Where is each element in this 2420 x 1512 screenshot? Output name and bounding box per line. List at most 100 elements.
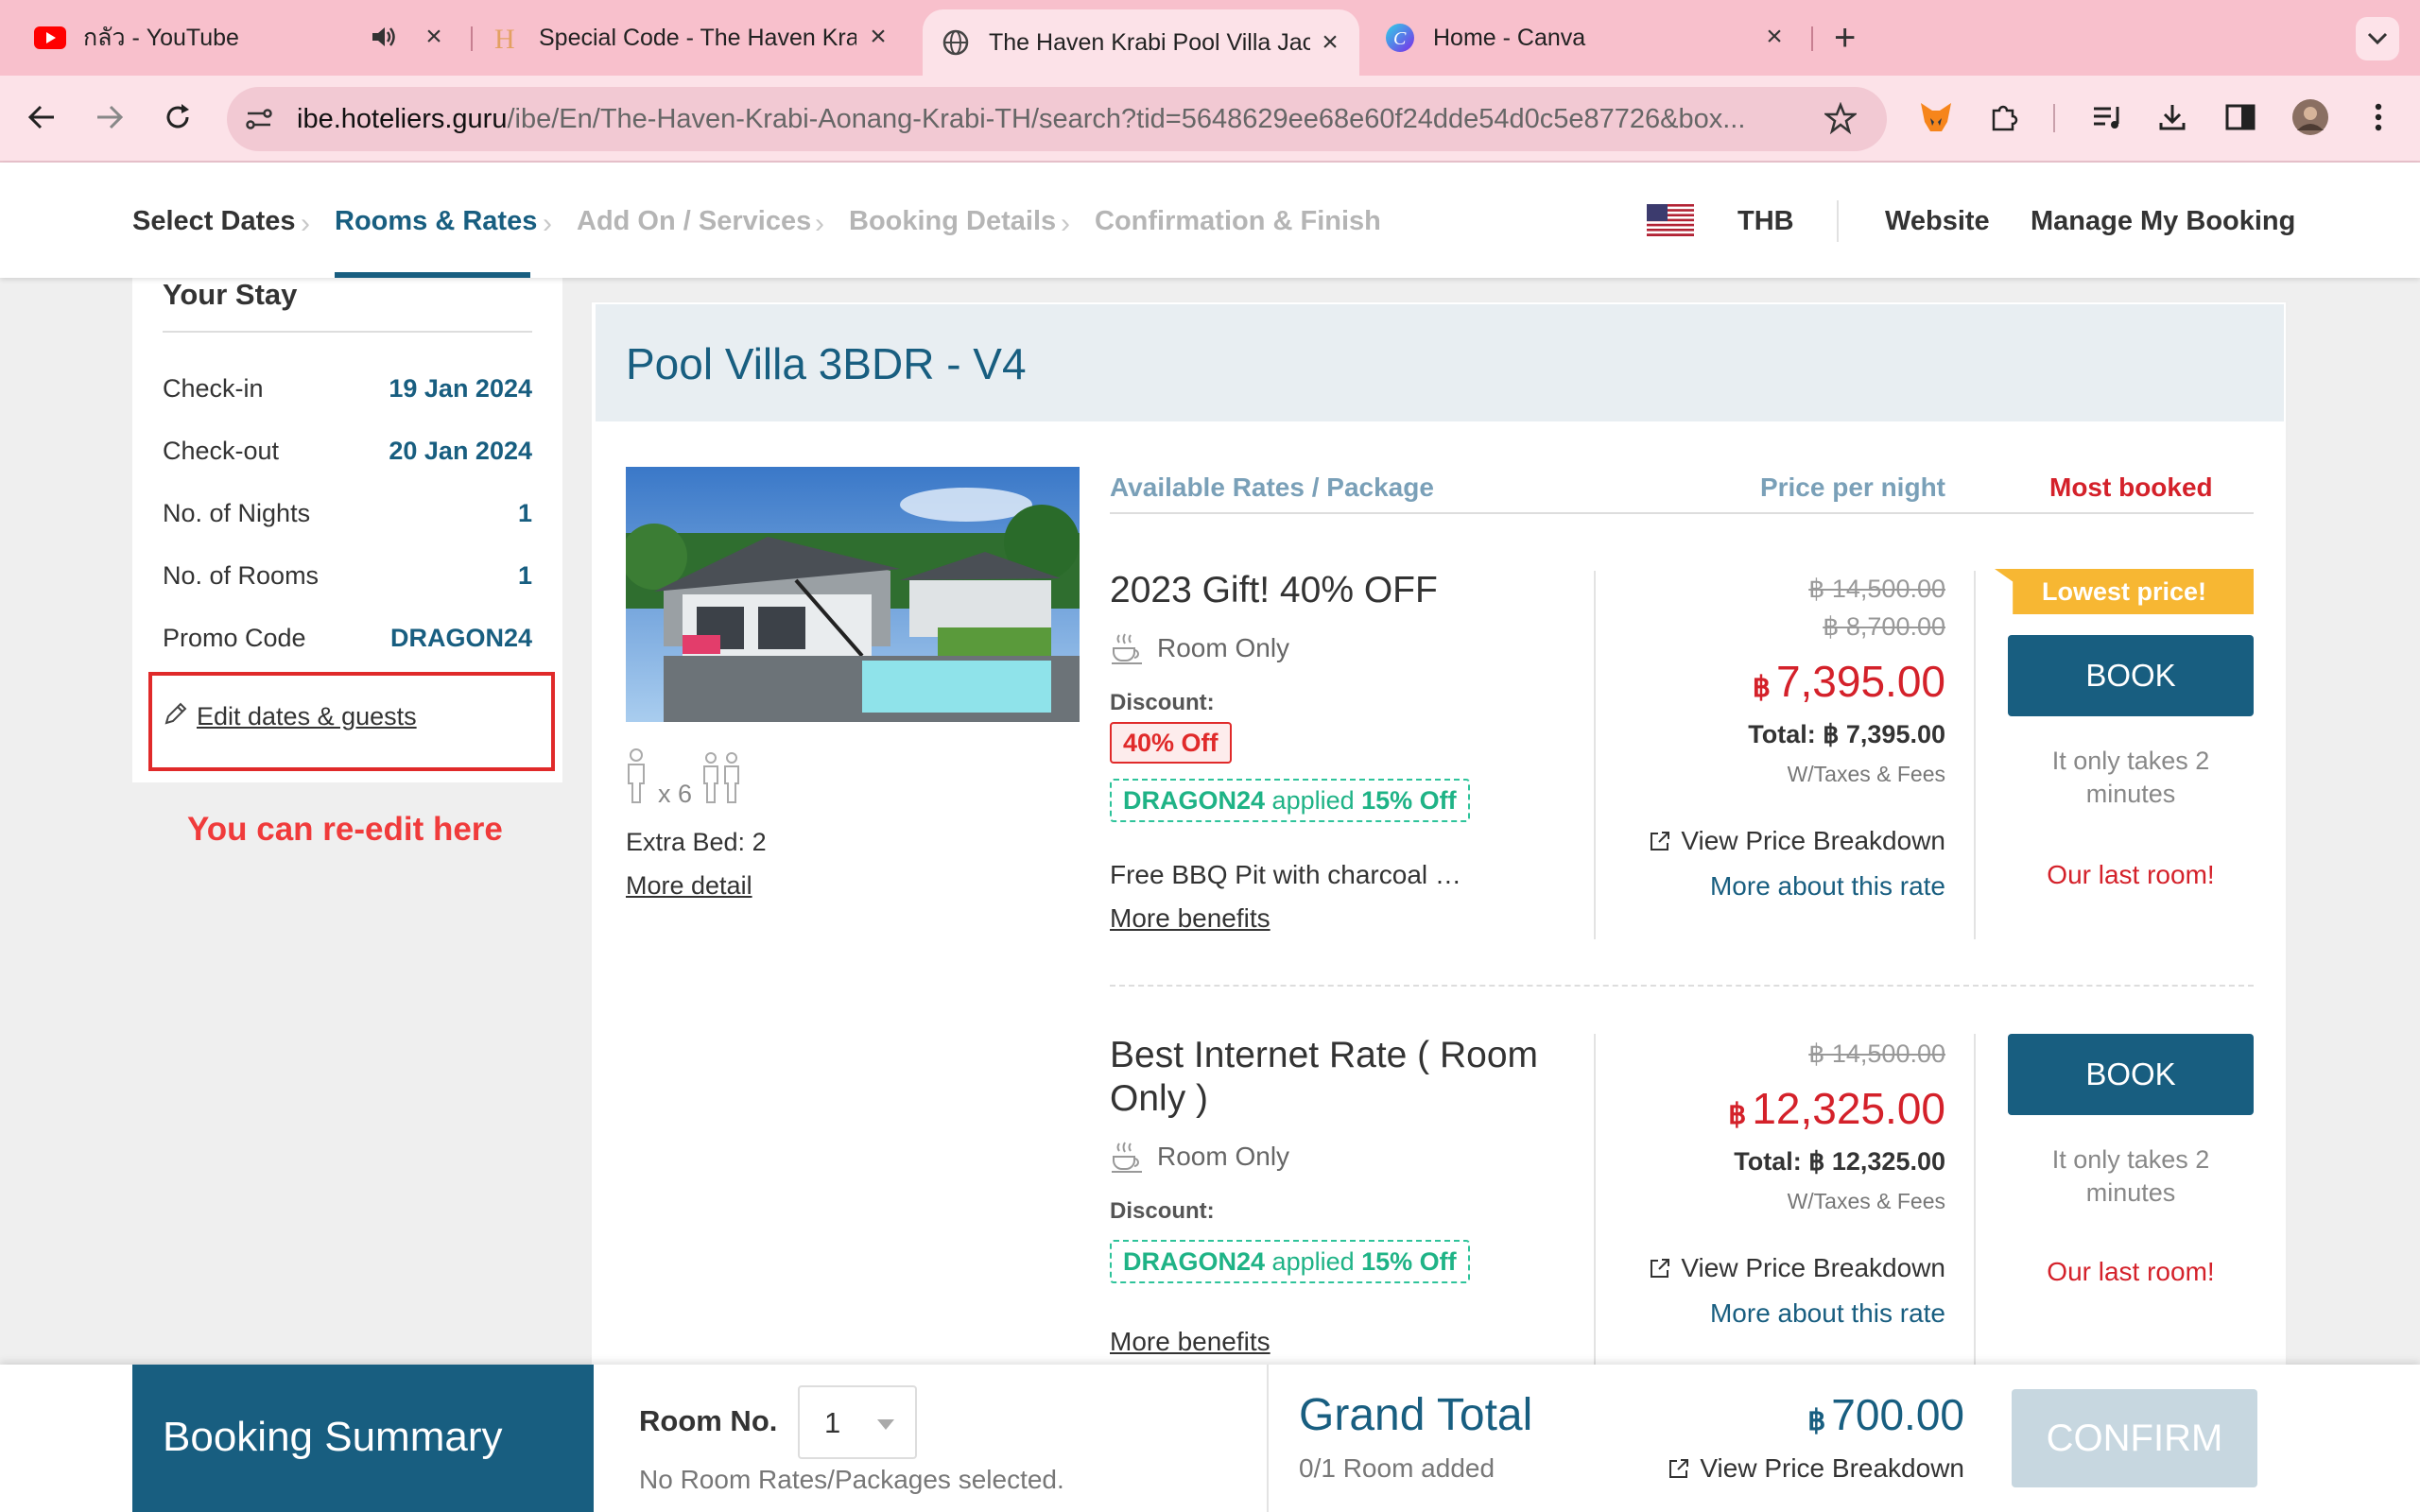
tab-title: กลัว - YouTube	[83, 25, 239, 51]
back-arrow-icon[interactable]	[17, 93, 66, 142]
promo-applied-text: applied	[1271, 786, 1355, 815]
room-photo[interactable]	[626, 467, 1080, 722]
benefit-text: Free BBQ Pit with charcoal …	[1110, 860, 1461, 889]
tab-title: The Haven Krabi Pool Villa Jacuzzi	[989, 28, 1310, 56]
globe-icon	[940, 26, 972, 59]
stay-value: 20 Jan 2024	[389, 437, 532, 465]
tab-haven-pool-villa[interactable]: The Haven Krabi Pool Villa Jacuzzi ×	[923, 9, 1359, 76]
tab-special-code[interactable]: H Special Code - The Haven Krabi ×	[490, 13, 894, 62]
booking-header: Select Dates › Rooms & Rates › Add On / …	[0, 163, 2420, 278]
close-tab-icon[interactable]: ×	[418, 21, 450, 53]
coffee-cup-icon	[1112, 633, 1142, 664]
column-divider	[1974, 1034, 1976, 1365]
stay-label: Check-in	[163, 374, 264, 403]
confirm-button[interactable]: CONFIRM	[2012, 1389, 2257, 1487]
extensions-puzzle-icon[interactable]	[1979, 93, 2029, 142]
reload-icon[interactable]	[153, 93, 202, 142]
site-info-icon[interactable]	[244, 104, 274, 139]
download-icon[interactable]	[2148, 93, 2197, 142]
currency-selector[interactable]: THB	[1737, 206, 1794, 237]
column-divider	[1594, 1034, 1596, 1365]
view-price-breakdown-link[interactable]: View Price Breakdown	[1649, 826, 1945, 856]
tab-title: Home - Canva	[1433, 24, 1586, 51]
us-flag-icon[interactable]	[1647, 204, 1694, 241]
room-title: Pool Villa 3BDR - V4	[626, 339, 1027, 388]
more-about-rate-link[interactable]: More about this rate	[1710, 1298, 1945, 1329]
website-link[interactable]: Website	[1885, 206, 1990, 237]
view-price-breakdown-link[interactable]: View Price Breakdown	[1649, 1253, 1945, 1283]
rate-name: 2023 Gift! 40% OFF	[1110, 570, 1438, 610]
step-select-dates[interactable]: Select Dates	[132, 206, 296, 237]
close-tab-icon[interactable]: ×	[1758, 21, 1790, 53]
browser-tab-bar: กลัว - YouTube × H Special Code - The Ha…	[0, 0, 2420, 76]
active-step-underline	[335, 272, 530, 278]
rate-divider	[1110, 985, 2254, 987]
svg-text:C: C	[1393, 28, 1407, 49]
tab-title: Special Code - The Haven Krabi	[539, 24, 856, 51]
close-tab-icon[interactable]: ×	[862, 21, 894, 53]
stay-row-promo: Promo Code DRAGON24	[163, 624, 532, 662]
adult-person-icon	[624, 747, 648, 809]
tab-search-chevron-icon[interactable]	[2356, 17, 2399, 60]
booking-summary-bar: Booking Summary Room No. 1 No Room Rates…	[0, 1365, 2420, 1512]
new-tab-plus-icon[interactable]: +	[1834, 19, 1856, 57]
book-button[interactable]: BOOK	[2008, 1034, 2254, 1115]
promo-code: DRAGON24	[1123, 786, 1266, 815]
address-bar[interactable]: ibe.hoteliers.guru/ibe/En/The-Haven-Krab…	[227, 87, 1887, 151]
speaker-icon[interactable]	[369, 23, 397, 58]
step-booking-details: Booking Details	[849, 206, 1057, 236]
price-amount: 7,395.00	[1775, 657, 1945, 706]
youtube-icon	[34, 22, 66, 54]
taxes-note: W/Taxes & Fees	[1787, 1189, 1945, 1213]
taxes-note: W/Taxes & Fees	[1787, 762, 1945, 786]
caret-down-icon	[877, 1419, 894, 1430]
more-about-rate-link[interactable]: More about this rate	[1710, 871, 1945, 902]
last-room-note: Our last room!	[2047, 860, 2215, 889]
stay-label: No. of Rooms	[163, 561, 320, 590]
more-benefits-link[interactable]: More benefits	[1110, 1327, 1270, 1357]
profile-avatar[interactable]	[2286, 93, 2335, 142]
manage-booking-link[interactable]: Manage My Booking	[2031, 206, 2295, 237]
step-rooms-rates[interactable]: Rooms & Rates	[335, 206, 537, 237]
discount-label: Discount:	[1110, 1198, 1215, 1224]
view-price-breakdown-link[interactable]: View Price Breakdown	[1668, 1453, 1964, 1484]
forward-arrow-icon[interactable]	[85, 93, 134, 142]
promo-applied-badge: DRAGON24 applied 15% Off	[1110, 1240, 1470, 1283]
close-tab-icon[interactable]: ×	[1314, 26, 1346, 59]
more-detail-link[interactable]: More detail	[626, 871, 752, 901]
meal-label: Room Only	[1157, 1142, 1290, 1171]
meal-plan: Room Only	[1110, 631, 1289, 665]
room-no-select[interactable]: 1	[798, 1385, 917, 1459]
guest-multiplier: x 6	[658, 780, 693, 808]
edit-dates-guests-link[interactable]: Edit dates & guests	[163, 700, 417, 733]
promo-percent: 15% Off	[1361, 1247, 1457, 1276]
header-divider	[1837, 200, 1839, 242]
book-button[interactable]: BOOK	[2008, 635, 2254, 716]
bookmark-star-icon[interactable]	[1823, 101, 1858, 139]
side-panel-icon[interactable]	[2216, 93, 2265, 142]
step-add-on-services: Add On / Services	[577, 206, 812, 236]
promo-code: DRAGON24	[1123, 1247, 1266, 1276]
stay-row-rooms: No. of Rooms 1	[163, 561, 532, 599]
external-link-icon	[1651, 1259, 1670, 1278]
room-no-label: Room No.	[639, 1404, 778, 1437]
media-control-icon[interactable]	[2083, 93, 2133, 142]
tab-separator	[1811, 26, 1813, 51]
divider	[163, 331, 532, 333]
grand-total-price: ฿ 700.00	[1807, 1389, 1964, 1440]
meal-label: Room Only	[1157, 633, 1290, 662]
chevron-right-icon: ›	[301, 208, 310, 239]
pencil-icon	[163, 700, 189, 733]
promo-percent: 15% Off	[1361, 786, 1457, 815]
metamask-fox-icon[interactable]	[1911, 93, 1961, 142]
browser-menu-kebab-icon[interactable]	[2354, 93, 2403, 142]
tab-youtube[interactable]: กลัว - YouTube ×	[34, 13, 450, 62]
external-link-icon	[1651, 832, 1670, 850]
promo-applied-badge: DRAGON24 applied 15% Off	[1110, 779, 1470, 822]
column-divider	[1594, 571, 1596, 939]
lowest-price-ribbon: Lowest price!	[1995, 569, 2254, 614]
step-confirmation-finish: Confirmation & Finish	[1095, 206, 1381, 236]
url-text: ibe.hoteliers.guru/ibe/En/The-Haven-Krab…	[297, 104, 1809, 135]
tab-canva[interactable]: C Home - Canva ×	[1384, 13, 1790, 62]
more-benefits-link[interactable]: More benefits	[1110, 903, 1270, 934]
